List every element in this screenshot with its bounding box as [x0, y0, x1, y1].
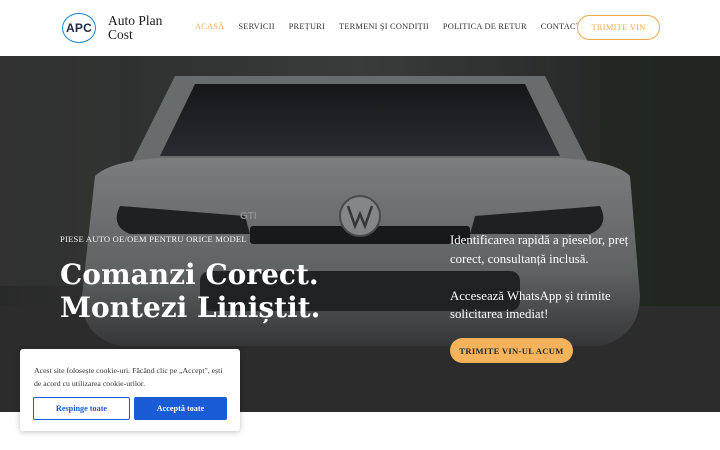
hero-description: Identificarea rapidă a pieselor, preț co…	[450, 231, 665, 342]
hero-headline: Comanzi Corect. Montezi Liniștit.	[60, 258, 321, 324]
send-vin-button[interactable]: TRIMITE VIN	[577, 15, 660, 40]
site-header: APC Auto Plan Cost ACASĂ SERVICII PREȚUR…	[0, 0, 720, 56]
nav-item-termeni[interactable]: TERMENI ȘI CONDIȚII	[339, 22, 429, 31]
hero-paragraph: Identificarea rapidă a pieselor, preț co…	[450, 233, 629, 266]
nav-item-acasa[interactable]: ACASĂ	[195, 22, 224, 31]
logo-badge: APC	[62, 13, 96, 43]
accept-cookies-button[interactable]: Acceptă toate	[134, 397, 227, 420]
logo[interactable]: APC Auto Plan Cost	[62, 13, 178, 43]
nav-item-preturi[interactable]: PREȚURI	[289, 22, 325, 31]
logo-text: Auto Plan Cost	[108, 13, 163, 42]
main-nav: ACASĂ SERVICII PREȚURI TERMENI ȘI CONDIȚ…	[195, 22, 595, 31]
hero-paragraph: Accesează WhatsApp și trimite solicitare…	[450, 288, 611, 322]
cookie-message: Acest site folosește cookie-uri. Făcând …	[34, 366, 223, 388]
cookie-banner: Acest site folosește cookie-uri. Făcând …	[20, 349, 240, 431]
hero-eyebrow: PIESE AUTO OE/OEM PENTRU ORICE MODEL	[60, 234, 247, 244]
reject-cookies-button[interactable]: Respinge toate	[33, 397, 130, 420]
nav-item-servicii[interactable]: SERVICII	[238, 22, 274, 31]
nav-item-contact[interactable]: CONTACT	[541, 22, 581, 31]
send-vin-now-button[interactable]: TRIMITE VIN-UL ACUM	[450, 338, 573, 363]
nav-item-politica-retur[interactable]: POLITICA DE RETUR	[443, 22, 527, 31]
